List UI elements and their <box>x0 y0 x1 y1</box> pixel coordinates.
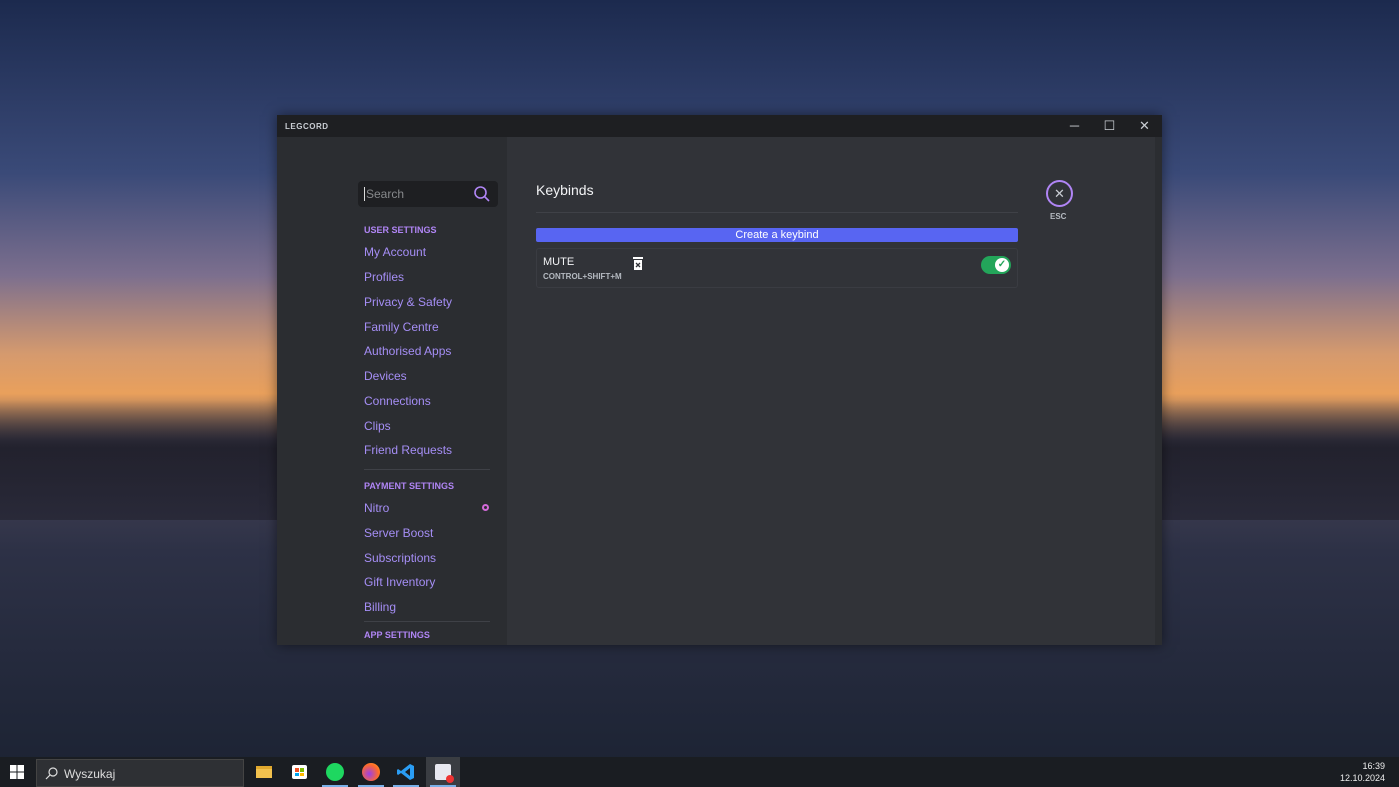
clock-date: 12.10.2024 <box>1339 773 1385 783</box>
nitro-icon <box>482 504 489 511</box>
divider <box>364 469 490 470</box>
keybind-keys: CONTROL+SHIFT+M <box>543 272 622 281</box>
sidebar-item-privacy-safety[interactable]: Privacy & Safety <box>364 295 452 309</box>
file-explorer-icon[interactable] <box>247 757 281 787</box>
sidebar-item-clips[interactable]: Clips <box>364 419 391 433</box>
legcord-taskbar-icon[interactable] <box>426 757 460 787</box>
sidebar-item-friend-requests[interactable]: Friend Requests <box>364 443 452 457</box>
user-settings-header: USER SETTINGS <box>364 225 437 235</box>
legcord-window: LEGCORD ─ ☐ ✕ Search USER SETTINGS My Ac… <box>277 115 1162 645</box>
sidebar-item-devices[interactable]: Devices <box>364 369 407 383</box>
scrollbar[interactable] <box>1155 137 1162 645</box>
sidebar-item-connections[interactable]: Connections <box>364 394 431 408</box>
esc-label: ESC <box>1050 212 1067 221</box>
keybind-row: MUTE CONTROL+SHIFT+M ✓ <box>536 248 1018 288</box>
title-bar[interactable]: LEGCORD ─ ☐ ✕ <box>277 115 1162 137</box>
sidebar-item-authorised-apps[interactable]: Authorised Apps <box>364 344 451 358</box>
sidebar-item-my-account[interactable]: My Account <box>364 245 426 259</box>
divider <box>536 212 1018 213</box>
keybind-toggle[interactable]: ✓ <box>981 256 1011 274</box>
firefox-icon[interactable] <box>354 757 388 787</box>
app-logo: LEGCORD <box>285 121 329 131</box>
close-window-button[interactable]: ✕ <box>1127 115 1162 137</box>
trash-icon[interactable] <box>633 257 643 270</box>
taskbar-search-placeholder: Wyszukaj <box>64 767 116 781</box>
sidebar-item-family-centre[interactable]: Family Centre <box>364 320 439 334</box>
taskbar: Wyszukaj 16:39 12.10.2024 <box>0 757 1399 787</box>
spotify-icon[interactable] <box>318 757 352 787</box>
create-keybind-button[interactable]: Create a keybind <box>536 228 1018 242</box>
divider <box>364 621 490 622</box>
taskbar-search-input[interactable]: Wyszukaj <box>36 759 244 787</box>
keybinds-panel: Keybinds Create a keybind MUTE CONTROL+S… <box>507 137 1155 645</box>
minimize-button[interactable]: ─ <box>1057 115 1092 137</box>
settings-sidebar: Search USER SETTINGS My Account Profiles… <box>277 137 507 645</box>
keybind-name: MUTE <box>543 256 575 268</box>
check-icon: ✓ <box>995 258 1009 272</box>
maximize-button[interactable]: ☐ <box>1092 115 1127 137</box>
page-title: Keybinds <box>536 182 594 198</box>
search-icon <box>474 186 490 202</box>
close-settings-button[interactable]: ✕ <box>1046 180 1073 207</box>
sidebar-item-subscriptions[interactable]: Subscriptions <box>364 551 436 565</box>
search-input[interactable]: Search <box>358 181 498 207</box>
system-clock[interactable]: 16:39 12.10.2024 <box>1340 760 1385 784</box>
payment-settings-header: PAYMENT SETTINGS <box>364 481 455 491</box>
search-icon <box>45 767 58 780</box>
windows-icon <box>10 765 24 779</box>
sidebar-item-gift-inventory[interactable]: Gift Inventory <box>364 575 435 589</box>
clock-time: 16:39 <box>1362 761 1385 771</box>
sidebar-item-profiles[interactable]: Profiles <box>364 270 404 284</box>
sidebar-item-server-boost[interactable]: Server Boost <box>364 526 433 540</box>
sidebar-item-billing[interactable]: Billing <box>364 600 396 614</box>
sidebar-item-nitro[interactable]: Nitro <box>364 501 389 515</box>
app-settings-header: APP SETTINGS <box>364 630 430 640</box>
store-icon[interactable] <box>282 757 316 787</box>
search-placeholder: Search <box>364 187 405 201</box>
start-button[interactable] <box>0 757 34 787</box>
vscode-icon[interactable] <box>389 757 423 787</box>
